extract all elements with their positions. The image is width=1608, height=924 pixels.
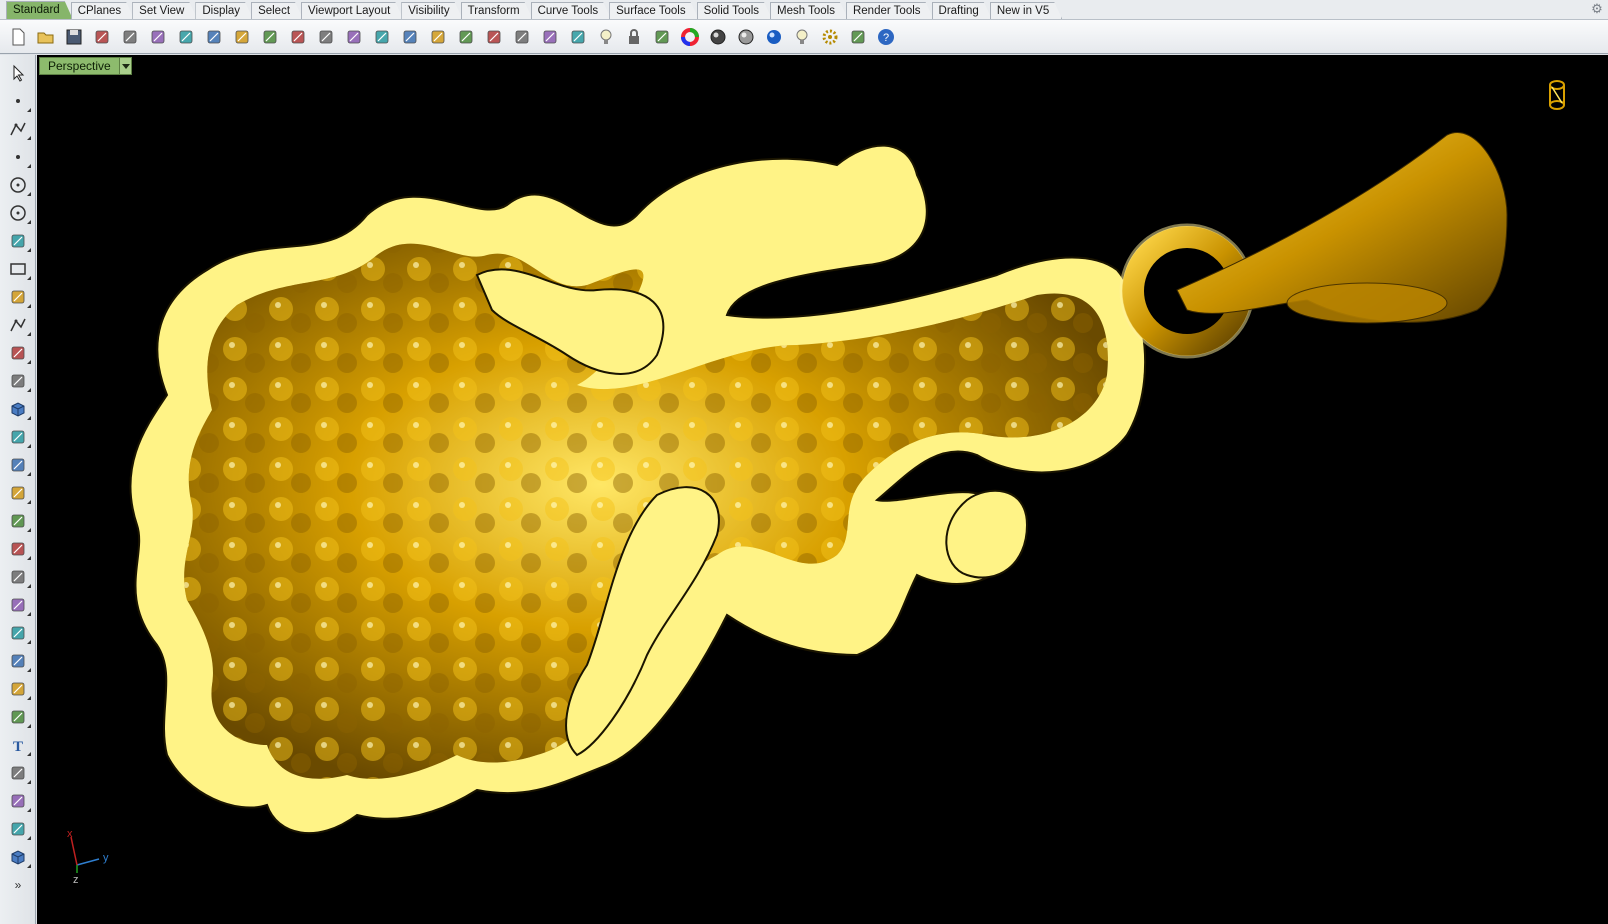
select-arrow-icon[interactable] bbox=[5, 61, 31, 85]
standard-toolbar: ? bbox=[0, 20, 1608, 54]
light-cone-icon[interactable] bbox=[790, 25, 814, 49]
more-icon[interactable]: » bbox=[5, 873, 31, 897]
tab-new-in-v5[interactable]: New in V5 bbox=[990, 2, 1062, 19]
osnap-icon[interactable] bbox=[538, 25, 562, 49]
undo-view-icon[interactable] bbox=[426, 25, 450, 49]
viewport-title-label[interactable]: Perspective bbox=[40, 58, 119, 74]
axis-label-y: y bbox=[103, 852, 109, 864]
light-icon[interactable] bbox=[594, 25, 618, 49]
tab-drafting[interactable]: Drafting bbox=[932, 2, 992, 19]
circle-icon[interactable] bbox=[5, 173, 31, 197]
svg-text:»: » bbox=[14, 878, 21, 892]
viewport-title-tab[interactable]: Perspective bbox=[39, 57, 132, 75]
tab-solid-tools[interactable]: Solid Tools bbox=[697, 2, 772, 19]
paste-icon[interactable] bbox=[202, 25, 226, 49]
zoom-extents-icon[interactable] bbox=[370, 25, 394, 49]
tab-standard[interactable]: Standard bbox=[6, 1, 73, 19]
fillet-icon[interactable] bbox=[5, 677, 31, 701]
options-gear-icon[interactable] bbox=[818, 25, 842, 49]
lock-icon[interactable] bbox=[622, 25, 646, 49]
polygon-icon[interactable] bbox=[5, 285, 31, 309]
tab-render-tools[interactable]: Render Tools bbox=[846, 2, 934, 19]
point-icon[interactable] bbox=[5, 89, 31, 113]
offset-icon[interactable] bbox=[5, 705, 31, 729]
new-icon[interactable] bbox=[6, 25, 30, 49]
cylinder-icon[interactable] bbox=[5, 453, 31, 477]
model-scene[interactable] bbox=[37, 55, 1608, 924]
text-icon[interactable]: T bbox=[5, 733, 31, 757]
import-icon[interactable] bbox=[118, 25, 142, 49]
rotate-view-icon[interactable] bbox=[286, 25, 310, 49]
rendered-sphere-icon[interactable] bbox=[734, 25, 758, 49]
scale-icon[interactable] bbox=[5, 761, 31, 785]
save-icon[interactable] bbox=[62, 25, 86, 49]
tab-select[interactable]: Select bbox=[251, 2, 303, 19]
curve-points-icon[interactable] bbox=[5, 145, 31, 169]
perspective-viewport[interactable]: Perspective x y z bbox=[37, 55, 1608, 924]
copy-icon[interactable] bbox=[174, 25, 198, 49]
tab-transform[interactable]: Transform bbox=[461, 2, 533, 19]
solid-tools-icon[interactable] bbox=[5, 509, 31, 533]
freeform-curve-icon[interactable] bbox=[5, 313, 31, 337]
flow-icon[interactable] bbox=[5, 817, 31, 841]
color-wheel-icon[interactable] bbox=[678, 25, 702, 49]
rectangle-icon[interactable] bbox=[5, 257, 31, 281]
shaded-sphere-icon[interactable] bbox=[706, 25, 730, 49]
zoom-window-icon[interactable] bbox=[342, 25, 366, 49]
car-render-icon[interactable] bbox=[482, 25, 506, 49]
array-icon[interactable] bbox=[5, 789, 31, 813]
plane-surface-icon[interactable] bbox=[5, 481, 31, 505]
toolbar-tab-strip: Standard CPlanes Set View Display Select View… bbox=[0, 0, 1608, 20]
viewport-menu-arrow-icon[interactable] bbox=[118, 58, 131, 74]
box-icon[interactable] bbox=[5, 397, 31, 421]
world-axes-indicator: x y z bbox=[67, 828, 109, 885]
open-icon[interactable] bbox=[34, 25, 58, 49]
tab-list: Standard CPlanes Set View Display Select View… bbox=[6, 0, 1060, 19]
print-icon[interactable] bbox=[90, 25, 114, 49]
surface-patch-icon[interactable] bbox=[5, 341, 31, 365]
undo-icon[interactable] bbox=[230, 25, 254, 49]
render-icon[interactable] bbox=[762, 25, 786, 49]
settings-gear-icon[interactable]: ⚙ bbox=[1590, 2, 1604, 16]
split-icon[interactable] bbox=[5, 593, 31, 617]
cplane-icon[interactable] bbox=[566, 25, 590, 49]
svg-text:T: T bbox=[12, 739, 22, 755]
layer-icon[interactable] bbox=[650, 25, 674, 49]
tab-mesh-tools[interactable]: Mesh Tools bbox=[770, 2, 848, 19]
axis-label-x: x bbox=[67, 828, 73, 840]
trim-icon[interactable] bbox=[5, 565, 31, 589]
tab-viewport-layout[interactable]: Viewport Layout bbox=[301, 2, 403, 19]
zoom-icon[interactable] bbox=[314, 25, 338, 49]
tab-set-view[interactable]: Set View bbox=[132, 2, 197, 19]
zoom-selected-icon[interactable] bbox=[398, 25, 422, 49]
tab-visibility[interactable]: Visibility bbox=[401, 2, 462, 19]
tab-curve-tools[interactable]: Curve Tools bbox=[531, 2, 612, 19]
tab-surface-tools[interactable]: Surface Tools bbox=[609, 2, 698, 19]
four-viewports-icon[interactable] bbox=[454, 25, 478, 49]
arc-icon[interactable] bbox=[5, 229, 31, 253]
polyline-icon[interactable] bbox=[5, 117, 31, 141]
camera-cage-icon bbox=[1549, 80, 1565, 110]
extract-icon[interactable] bbox=[5, 537, 31, 561]
loft-icon[interactable] bbox=[5, 369, 31, 393]
dimension-icon[interactable] bbox=[846, 25, 870, 49]
boolean-icon[interactable] bbox=[5, 425, 31, 449]
group-icon[interactable] bbox=[5, 621, 31, 645]
tab-cplanes[interactable]: CPlanes bbox=[71, 2, 134, 19]
main-side-toolbar: T» bbox=[0, 55, 36, 924]
cut-icon[interactable] bbox=[146, 25, 170, 49]
help-icon[interactable]: ? bbox=[874, 25, 898, 49]
explode-icon[interactable] bbox=[5, 649, 31, 673]
axis-label-z: z bbox=[73, 874, 79, 885]
pan-hand-icon[interactable] bbox=[258, 25, 282, 49]
tab-display[interactable]: Display bbox=[195, 2, 253, 19]
cube-icon[interactable] bbox=[5, 845, 31, 869]
svg-text:?: ? bbox=[883, 32, 889, 44]
ellipse-icon[interactable] bbox=[5, 201, 31, 225]
hide-icon[interactable] bbox=[510, 25, 534, 49]
